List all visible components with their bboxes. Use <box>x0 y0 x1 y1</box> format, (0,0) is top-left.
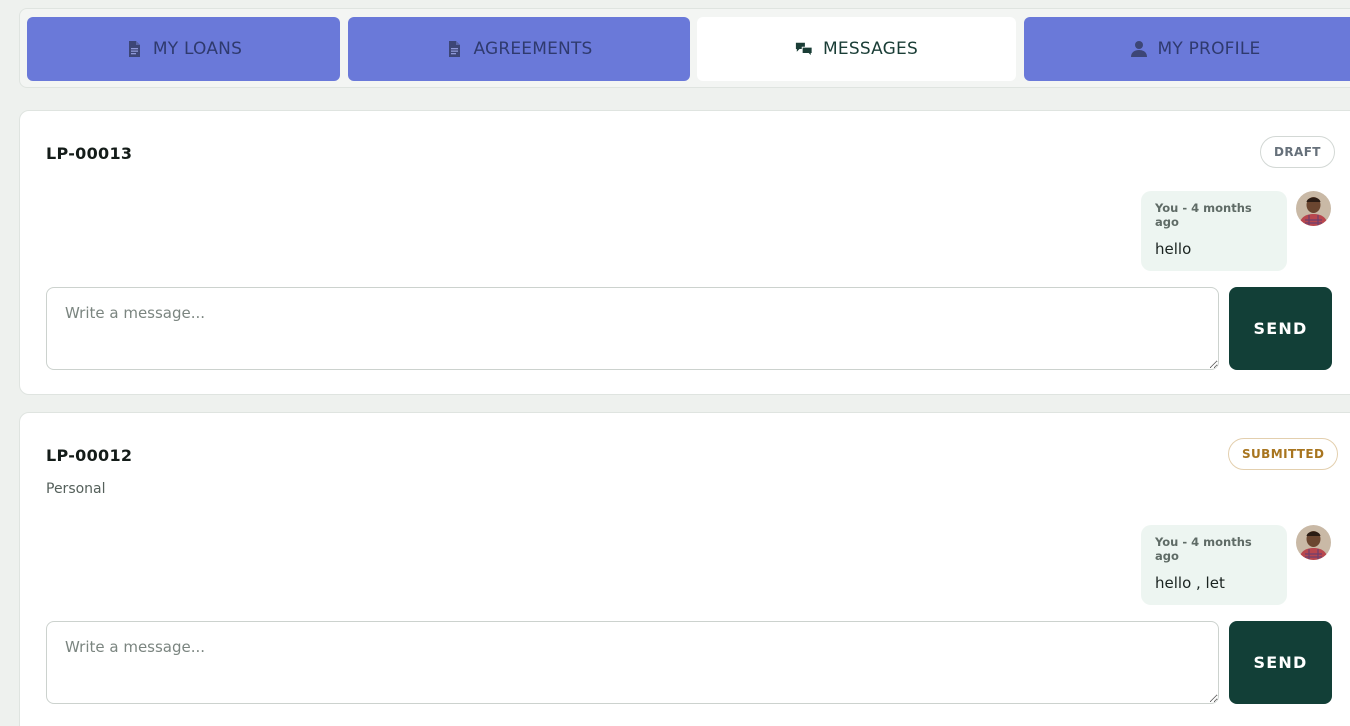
loan-type: Personal <box>46 481 106 497</box>
message-bubble: You - 4 months ago hello , let <box>1141 525 1287 605</box>
message-meta: You - 4 months ago <box>1155 535 1252 563</box>
send-button[interactable]: SEND <box>1229 287 1332 370</box>
tab-my-profile-label: MY PROFILE <box>1157 39 1261 59</box>
message-thread-card: LP-00012 Personal SUBMITTED You - 4 mont… <box>19 412 1350 726</box>
message-thread-card: LP-00013 DRAFT You - 4 months ago hello … <box>19 110 1350 395</box>
loan-id: LP-00012 <box>46 446 133 465</box>
message-text: hello <box>1155 240 1192 258</box>
loan-id: LP-00013 <box>46 144 133 163</box>
user-icon <box>1130 40 1148 58</box>
avatar <box>1296 525 1331 560</box>
tab-my-profile[interactable]: MY PROFILE <box>1024 17 1350 81</box>
message-meta: You - 4 months ago <box>1155 201 1252 229</box>
status-badge: DRAFT <box>1260 136 1335 168</box>
message-text: hello , let <box>1155 574 1225 592</box>
document-icon <box>445 40 463 58</box>
status-badge: SUBMITTED <box>1228 438 1339 470</box>
avatar <box>1296 191 1331 226</box>
tab-bar: MY LOANS AGREEMENTS MESSAGES MY PROFILE <box>19 8 1350 88</box>
message-bubble: You - 4 months ago hello <box>1141 191 1287 271</box>
tab-agreements[interactable]: AGREEMENTS <box>348 17 690 81</box>
tab-my-loans[interactable]: MY LOANS <box>27 17 340 81</box>
chat-bubbles-icon <box>795 40 813 58</box>
send-button[interactable]: SEND <box>1229 621 1332 704</box>
message-input[interactable] <box>46 287 1219 370</box>
tab-messages-label: MESSAGES <box>823 39 918 59</box>
document-icon <box>125 40 143 58</box>
tab-agreements-label: AGREEMENTS <box>473 39 593 59</box>
tab-messages[interactable]: MESSAGES <box>697 17 1016 81</box>
tab-my-loans-label: MY LOANS <box>152 39 243 59</box>
message-input[interactable] <box>46 621 1219 704</box>
